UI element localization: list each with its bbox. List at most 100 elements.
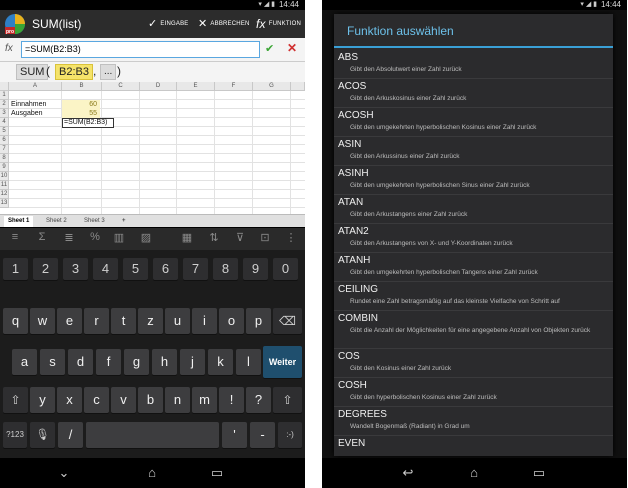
formula-confirm-icon[interactable]: ✔ (265, 42, 274, 55)
col-header-c[interactable]: C (102, 82, 140, 91)
row-header[interactable]: 10 (0, 172, 9, 181)
function-item-asinh[interactable]: ASINH Gibt den umgekehrten hyperbolische… (334, 166, 613, 195)
tab-sheet-1[interactable]: Sheet 1 (4, 216, 34, 227)
tab-sheet-2[interactable]: Sheet 2 (42, 216, 71, 227)
row-header[interactable]: 1 (0, 91, 9, 100)
filter-icon[interactable]: ⊽ (231, 231, 249, 244)
key-dash[interactable]: - (250, 422, 275, 448)
key-1[interactable]: 1 (3, 258, 28, 280)
sum-icon[interactable]: Σ (33, 231, 51, 243)
function-item-degrees[interactable]: DEGREES Wandelt Bogenmaß (Radiant) in Gr… (334, 407, 613, 436)
cell-b4-active[interactable]: =SUM(B2:B3) (62, 118, 114, 128)
key-slash[interactable]: / (58, 422, 83, 448)
function-item-even[interactable]: EVEN (334, 436, 613, 456)
symbols-key[interactable]: ?123 (3, 422, 27, 448)
function-item-cos[interactable]: COS Gibt den Kosinus einer Zahl zurück (334, 349, 613, 378)
row-header[interactable]: 8 (0, 154, 9, 163)
row-header[interactable]: 6 (0, 136, 9, 145)
function-item-cosh[interactable]: COSH Gibt den hyperbolischen Kosinus ein… (334, 378, 613, 407)
key-h[interactable]: h (152, 349, 177, 375)
cell-a2[interactable]: Einnahmen (11, 100, 46, 109)
col-header-h[interactable] (291, 82, 305, 91)
formula-cancel-icon[interactable]: ✕ (287, 41, 297, 55)
nav-back-icon[interactable]: ↩ (396, 465, 420, 481)
col-header-e[interactable]: E (177, 82, 215, 91)
key-o[interactable]: o (219, 308, 244, 334)
key-apostrophe[interactable]: ' (222, 422, 247, 448)
key-y[interactable]: y (30, 387, 55, 413)
nav-home-icon[interactable]: ⌂ (462, 465, 486, 480)
key-2[interactable]: 2 (33, 258, 58, 280)
key-g[interactable]: g (124, 349, 149, 375)
col-header-f[interactable]: F (215, 82, 253, 91)
key-w[interactable]: w (30, 308, 55, 334)
key-e[interactable]: e (57, 308, 82, 334)
cell-b3[interactable]: 55 (62, 109, 100, 118)
key-q[interactable]: q (3, 308, 28, 334)
col-header-a[interactable]: A (9, 82, 62, 91)
key-m[interactable]: m (192, 387, 217, 413)
key-k[interactable]: k (208, 349, 233, 375)
col-header-g[interactable]: G (253, 82, 291, 91)
function-item-atan2[interactable]: ATAN2 Gibt den Arkustangens von X- und Y… (334, 224, 613, 253)
space-key[interactable] (86, 422, 219, 448)
col-header-b[interactable]: B (62, 82, 102, 91)
key-4[interactable]: 4 (93, 258, 118, 280)
key-f[interactable]: f (96, 349, 121, 375)
key-b[interactable]: b (138, 387, 163, 413)
key-c[interactable]: c (84, 387, 109, 413)
key-a[interactable]: a (12, 349, 37, 375)
enter-button[interactable]: ✓ EINGABE (148, 17, 189, 32)
border-icon[interactable]: ▦ (178, 231, 196, 244)
menu-icon[interactable]: ≡ (6, 231, 24, 243)
function-item-acos[interactable]: ACOS Gibt den Arkuskosinus einer Zahl zu… (334, 79, 613, 108)
row-header[interactable]: 13 (0, 199, 9, 208)
key-u[interactable]: u (165, 308, 190, 334)
sort-icon[interactable]: ⇅ (205, 231, 223, 244)
formula-input[interactable]: =SUM(B2:B3) (21, 41, 260, 58)
key-3[interactable]: 3 (63, 258, 88, 280)
row-header[interactable]: 7 (0, 145, 9, 154)
hint-function-name[interactable]: SUM (16, 64, 49, 80)
key-8[interactable]: 8 (213, 258, 238, 280)
key-p[interactable]: p (246, 308, 271, 334)
key-exclamation[interactable]: ! (219, 387, 244, 413)
backspace-icon[interactable]: ⌫ (273, 308, 302, 334)
key-v[interactable]: v (111, 387, 136, 413)
key-r[interactable]: r (84, 308, 109, 334)
nav-recents-icon[interactable]: ▭ (527, 465, 551, 481)
hint-more-args[interactable]: ... (100, 64, 117, 80)
tab-sheet-3[interactable]: Sheet 3 (80, 216, 109, 227)
spreadsheet-grid[interactable]: A B C D E F G 1 2 3 4 5 6 7 8 9 10 11 12… (0, 82, 305, 214)
fill-icon[interactable]: ▨ (137, 231, 155, 244)
key-s[interactable]: s (40, 349, 65, 375)
nav-home-icon[interactable]: ⌂ (140, 465, 164, 480)
key-l[interactable]: l (236, 349, 261, 375)
row-header[interactable]: 12 (0, 190, 9, 199)
key-n[interactable]: n (165, 387, 190, 413)
col-header-d[interactable]: D (140, 82, 177, 91)
chart-icon[interactable]: ▥ (110, 231, 128, 244)
add-sheet-button[interactable]: + (118, 216, 130, 227)
row-header[interactable]: 3 (0, 109, 9, 118)
row-header[interactable]: 11 (0, 181, 9, 190)
enter-key[interactable]: Weiter (263, 346, 302, 378)
key-x[interactable]: x (57, 387, 82, 413)
key-j[interactable]: j (180, 349, 205, 375)
key-0[interactable]: 0 (273, 258, 298, 280)
key-d[interactable]: d (68, 349, 93, 375)
key-z[interactable]: z (138, 308, 163, 334)
key-question[interactable]: ? (246, 387, 271, 413)
key-i[interactable]: i (192, 308, 217, 334)
function-item-combin[interactable]: COMBIN Gibt die Anzahl der Möglichkeiten… (334, 311, 613, 349)
key-t[interactable]: t (111, 308, 136, 334)
shift-icon[interactable]: ⇧ (3, 387, 28, 413)
cell-b2[interactable]: 60 (62, 100, 100, 109)
more-icon[interactable]: ⋮ (282, 231, 300, 244)
function-item-ceiling[interactable]: CEILING Rundet eine Zahl betragsmäßig au… (334, 282, 613, 311)
smiley-key[interactable]: :-) (278, 422, 302, 448)
microphone-icon[interactable]: 🎙 (30, 422, 55, 448)
nav-recents-icon[interactable]: ▭ (205, 465, 229, 481)
cell-a3[interactable]: Ausgaben (11, 109, 43, 118)
align-icon[interactable]: ≣ (60, 231, 78, 244)
